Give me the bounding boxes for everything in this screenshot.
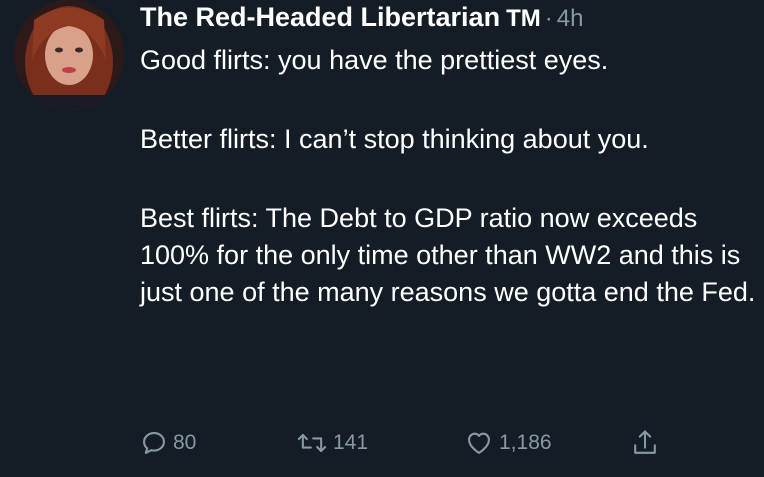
- separator-dot: ·: [544, 5, 553, 32]
- like-count: 1,186: [499, 431, 552, 454]
- share-icon: [631, 428, 659, 458]
- tweet: The Red-Headed Libertarian TM · 4h Good …: [0, 0, 764, 477]
- avatar[interactable]: [14, 0, 124, 110]
- tweet-paragraph: Good flirts: you have the prettiest eyes…: [140, 45, 609, 75]
- tweet-header: The Red-Headed Libertarian TM · 4h: [140, 2, 583, 36]
- retweet-count: 141: [333, 431, 369, 454]
- reply-icon: [140, 429, 168, 457]
- author-name[interactable]: The Red-Headed Libertarian: [140, 2, 500, 33]
- tweet-paragraph: Better flirts: I can’t stop thinking abo…: [140, 124, 649, 154]
- tweet-text: Good flirts: you have the prettiest eyes…: [140, 42, 756, 311]
- retweet-button[interactable]: 141: [296, 425, 368, 461]
- tweet-paragraph: Best flirts: The Debt to GDP ratio now e…: [140, 203, 756, 307]
- heart-icon: [464, 429, 494, 457]
- reply-count: 80: [173, 431, 197, 454]
- share-button[interactable]: [631, 425, 659, 461]
- tweet-timestamp[interactable]: 4h: [557, 5, 584, 33]
- retweet-icon: [296, 429, 328, 457]
- avatar-photo: [14, 0, 124, 110]
- reply-button[interactable]: 80: [140, 425, 196, 461]
- tweet-actions: 80 141 1,186: [140, 425, 680, 461]
- like-button[interactable]: 1,186: [464, 425, 552, 461]
- author-badge: TM: [506, 5, 541, 32]
